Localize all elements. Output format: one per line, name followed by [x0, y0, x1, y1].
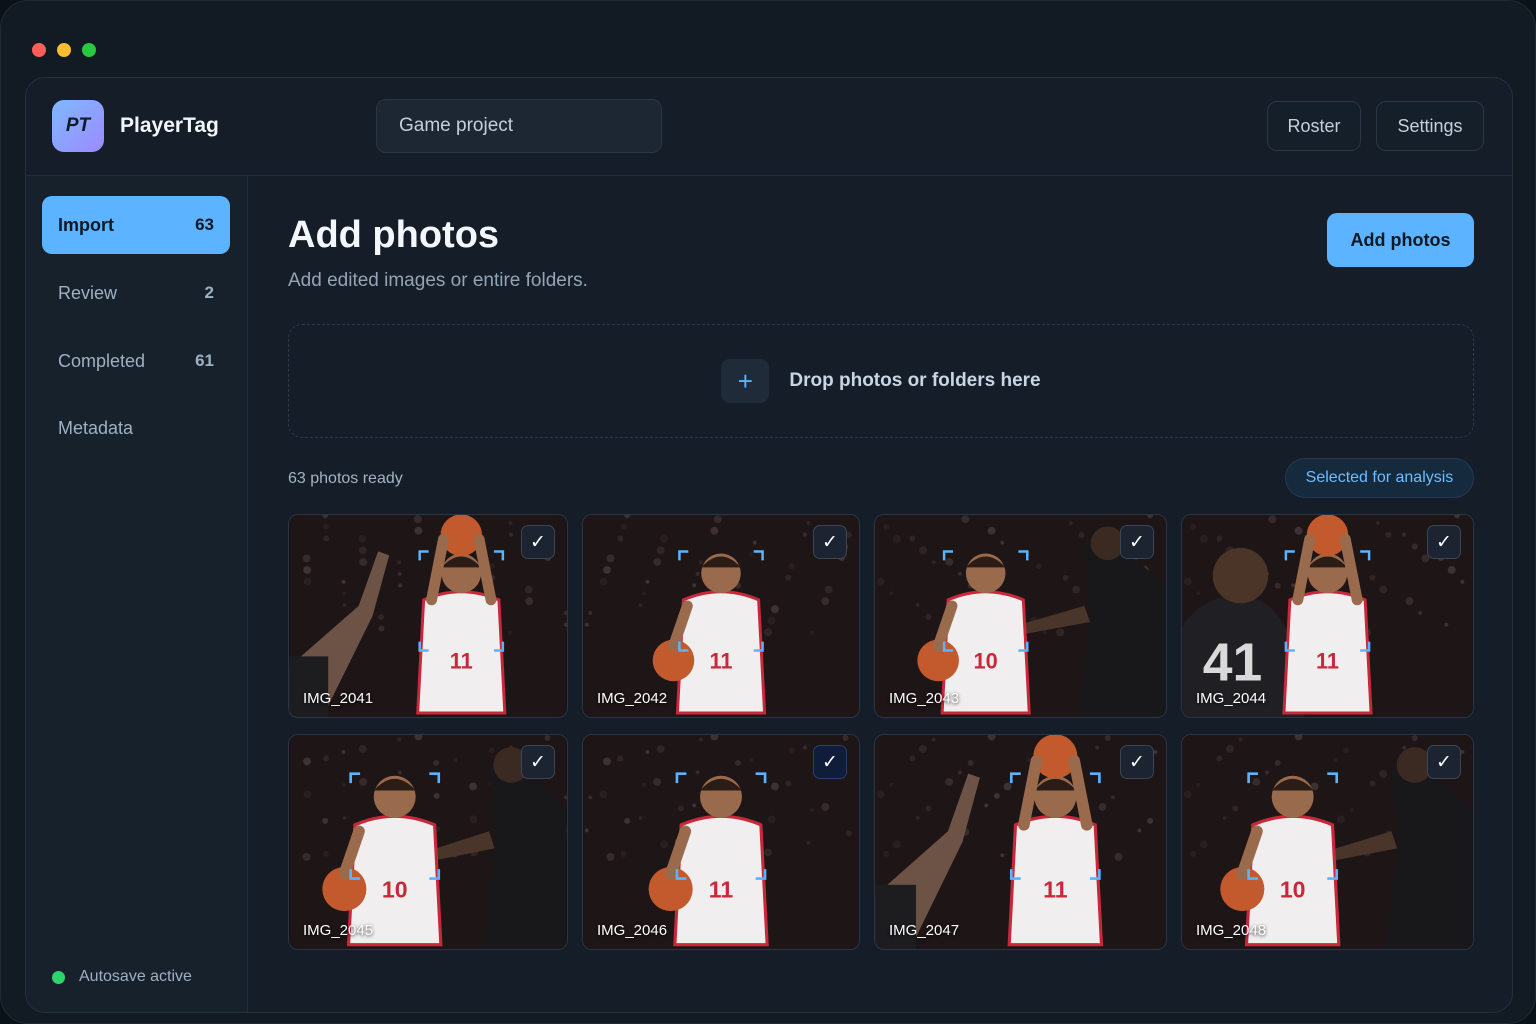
svg-text:41: 41 [1203, 634, 1262, 693]
sidebar-item-completed[interactable]: Completed 61 [42, 332, 230, 390]
app-header: PT PlayerTag Game project Roster Setting… [26, 78, 1512, 176]
photo-select-checkbox[interactable]: ✓ [1120, 745, 1154, 779]
svg-text:11: 11 [450, 649, 473, 674]
autosave-label: Autosave active [79, 968, 192, 985]
photo-thumbnail[interactable]: 41 11 IMG_2044 ✓ [1181, 514, 1474, 718]
sidebar-item-label: Metadata [58, 417, 134, 438]
photo-select-checkbox[interactable]: ✓ [1427, 525, 1461, 559]
photo-thumbnail[interactable]: 11 IMG_2042 ✓ [582, 514, 860, 718]
status-dot-icon [52, 970, 65, 984]
photo-grid: 11 IMG_2041 ✓ 11 IMG_2042 ✓ 10 IMG_2043 ✓ 41 11 IMG… [248, 176, 1512, 1012]
photo-filename: IMG_2046 [597, 922, 668, 939]
app-window: PT PlayerTag Game project Roster Setting… [25, 77, 1513, 1013]
roster-button[interactable]: Roster [1267, 101, 1361, 151]
svg-text:11: 11 [1043, 877, 1068, 903]
window-controls [32, 43, 96, 57]
photo-filename: IMG_2042 [597, 690, 668, 707]
sidebar-item-label: Import [58, 214, 114, 235]
maximize-window-button[interactable] [82, 43, 96, 57]
close-window-button[interactable] [32, 43, 46, 57]
app-name: PlayerTag [120, 114, 219, 137]
sidebar-item-label: Completed [58, 350, 146, 371]
project-field[interactable]: Game project [376, 99, 662, 153]
sidebar-item-count: 2 [204, 283, 214, 302]
sidebar-item-label: Review [58, 282, 118, 303]
sidebar-item-review[interactable]: Review 2 [42, 264, 230, 322]
photo-filename: IMG_2043 [889, 690, 960, 707]
photo-thumbnail[interactable]: 10 IMG_2043 ✓ [874, 514, 1167, 718]
photo-select-checkbox[interactable]: ✓ [1120, 525, 1154, 559]
svg-text:11: 11 [1316, 649, 1339, 674]
photo-filename: IMG_2041 [303, 690, 374, 707]
photo-filename: IMG_2047 [889, 922, 960, 939]
settings-button[interactable]: Settings [1376, 101, 1484, 151]
photo-select-checkbox[interactable]: ✓ [1427, 745, 1461, 779]
photo-filename: IMG_2044 [1196, 690, 1267, 707]
photo-thumbnail[interactable]: 11 IMG_2041 ✓ [288, 514, 568, 718]
app-logo: PT [52, 100, 104, 152]
svg-text:10: 10 [382, 877, 408, 903]
photo-thumbnail[interactable]: 10 IMG_2048 ✓ [1181, 734, 1474, 950]
svg-text:10: 10 [1280, 877, 1306, 903]
photo-select-checkbox[interactable]: ✓ [813, 525, 847, 559]
main-content: Add photos Add edited images or entire f… [248, 176, 1512, 1012]
photo-filename: IMG_2048 [1196, 922, 1267, 939]
svg-text:11: 11 [709, 877, 734, 903]
autosave-status: Autosave active [52, 968, 192, 986]
sidebar-item-metadata[interactable]: Metadata [42, 399, 230, 457]
window-frame: PT PlayerTag Game project Roster Setting… [0, 0, 1536, 1024]
sidebar-item-import[interactable]: Import 63 [42, 196, 230, 254]
photo-thumbnail[interactable]: 10 IMG_2045 ✓ [288, 734, 568, 950]
sidebar: Import 63 Review 2 Completed 61 Metadata… [26, 176, 248, 1012]
svg-text:11: 11 [709, 649, 732, 674]
sidebar-item-count: 61 [195, 351, 214, 370]
photo-thumbnail[interactable]: 11 IMG_2046 ✓ [582, 734, 860, 950]
sidebar-item-count: 63 [195, 215, 214, 234]
photo-filename: IMG_2045 [303, 922, 374, 939]
svg-text:10: 10 [974, 649, 998, 674]
photo-select-checkbox[interactable]: ✓ [521, 745, 555, 779]
minimize-window-button[interactable] [57, 43, 71, 57]
photo-thumbnail[interactable]: 11 IMG_2047 ✓ [874, 734, 1167, 950]
photo-select-checkbox[interactable]: ✓ [521, 525, 555, 559]
photo-select-checkbox[interactable]: ✓ [813, 745, 847, 779]
